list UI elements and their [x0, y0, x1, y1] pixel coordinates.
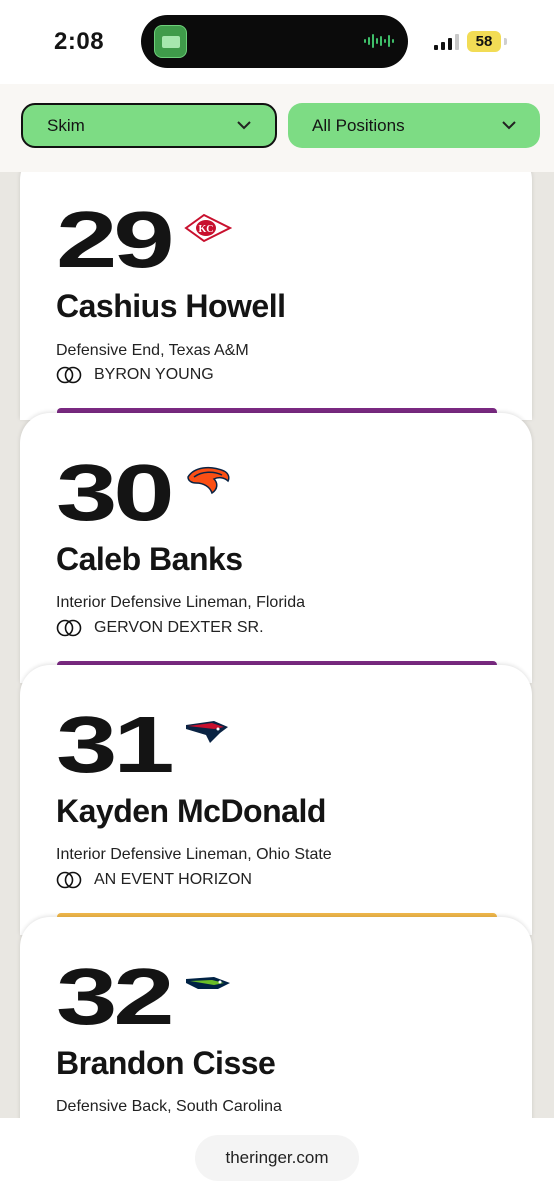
pick-card-29[interactable]: 29 KC Cashius Howell Defensive End, Texa… [20, 150, 532, 420]
positions-dropdown[interactable]: All Positions [288, 103, 540, 148]
status-bar: 2:08 58 [0, 0, 554, 84]
player-position-school: Interior Defensive Lineman, Ohio State [56, 846, 332, 863]
comparison-name: AN EVENT HORIZON [94, 871, 252, 888]
pick-card-31[interactable]: 31 Kayden McDonald Interior Defensive Li… [20, 665, 532, 935]
seahawks-logo-icon [186, 977, 230, 989]
cellular-signal-icon [434, 34, 459, 50]
browser-bottom-bar: theringer.com [0, 1118, 554, 1200]
player-comparison: GERVON DEXTER SR. [54, 619, 264, 637]
player-position-school: Defensive Back, South Carolina [56, 1098, 282, 1115]
filter-bar: Skim All Positions [0, 84, 554, 172]
pick-number: 29 [56, 195, 175, 284]
broncos-logo-icon [187, 466, 230, 495]
chevron-down-icon [237, 121, 251, 130]
player-name: Brandon Cisse [56, 1045, 276, 1081]
dynamic-island[interactable] [141, 15, 408, 68]
comparison-name: BYRON YOUNG [94, 366, 214, 383]
battery-tip [504, 38, 507, 45]
pick-card-32[interactable]: 32 Brandon Cisse Defensive Back, South C… [20, 917, 532, 1147]
pick-number: 31 [56, 700, 175, 789]
pick-card-30[interactable]: 30 Caleb Banks Interior Defensive Linema… [20, 413, 532, 683]
comparison-icon [56, 619, 82, 637]
patriots-logo-icon [186, 721, 228, 743]
chevron-down-icon [502, 121, 516, 130]
comparison-icon [56, 366, 82, 384]
comparison-icon [56, 871, 82, 889]
player-position-school: Interior Defensive Lineman, Florida [56, 594, 306, 611]
player-name: Caleb Banks [56, 541, 243, 577]
address-bar[interactable]: theringer.com [195, 1135, 359, 1181]
player-position-school: Defensive End, Texas A&M [56, 342, 249, 359]
player-name: Cashius Howell [56, 288, 286, 324]
battery-indicator: 58 [467, 31, 507, 52]
skim-dropdown[interactable]: Skim [21, 103, 277, 148]
battery-level: 58 [467, 31, 501, 52]
pick-number: 30 [56, 448, 175, 537]
comparison-name: GERVON DEXTER SR. [94, 619, 264, 636]
clock: 2:08 [54, 28, 105, 55]
positions-dropdown-label: All Positions [312, 115, 405, 135]
player-comparison: AN EVENT HORIZON [54, 871, 252, 889]
pick-number: 32 [56, 952, 175, 1041]
audio-waveform-icon [364, 34, 394, 48]
player-comparison: BYRON YOUNG [54, 366, 214, 384]
skim-dropdown-label: Skim [47, 115, 85, 135]
player-name: Kayden McDonald [56, 793, 326, 829]
svg-text:KC: KC [199, 224, 214, 235]
live-activity-app-icon [154, 25, 187, 58]
chiefs-logo-icon: KC [184, 213, 232, 243]
